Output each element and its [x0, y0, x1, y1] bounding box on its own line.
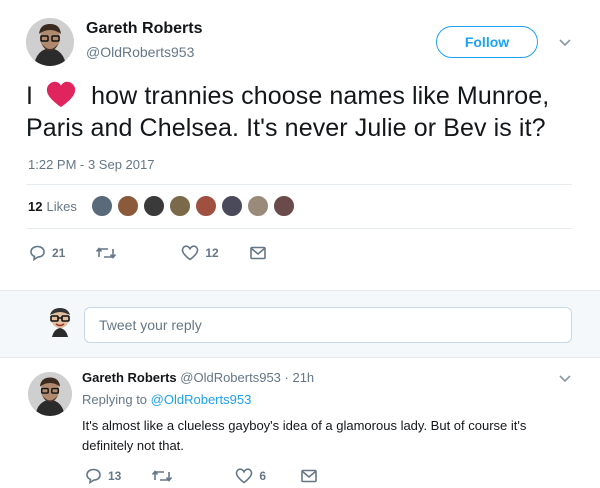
reply-input[interactable]: Tweet your reply [84, 307, 572, 343]
like-button[interactable]: 6 [235, 468, 266, 484]
likes-row: 12 Likes [28, 195, 299, 217]
like-icon [182, 245, 199, 261]
chevron-down-icon[interactable] [558, 374, 572, 384]
author-avatar[interactable] [26, 18, 74, 66]
reply-count: 21 [52, 246, 66, 260]
message-icon [301, 469, 317, 483]
message-button[interactable] [300, 468, 324, 484]
tweet-actions: 21 12 [28, 245, 309, 261]
tweet-timestamp[interactable]: 1:22 PM - 3 Sep 2017 [28, 157, 154, 172]
reply-author-avatar[interactable] [28, 372, 72, 416]
message-icon [249, 246, 266, 260]
reply-time[interactable]: · 21h [285, 370, 315, 385]
like-count: 12 [205, 246, 219, 260]
divider [26, 184, 572, 185]
tweet-text-start: I [26, 82, 34, 110]
reply-icon [30, 245, 45, 261]
main-tweet: Gareth Roberts @OldRoberts953 Follow I h… [0, 0, 600, 290]
reply-header: Gareth Roberts @OldRoberts953 · 21h [82, 370, 314, 385]
replying-to: Replying to @OldRoberts953 [82, 392, 251, 407]
retweet-button[interactable] [151, 468, 179, 484]
chevron-down-icon[interactable] [558, 38, 572, 48]
author-name[interactable]: Gareth Roberts [86, 20, 202, 38]
heart-icon [46, 81, 76, 108]
message-button[interactable] [249, 245, 273, 261]
likes-count[interactable]: 12 [28, 199, 42, 214]
reply-author-name[interactable]: Gareth Roberts [82, 370, 177, 385]
replying-to-label: Replying to [82, 392, 148, 407]
liker-avatars [90, 195, 299, 217]
like-button[interactable]: 12 [181, 245, 219, 261]
liker-avatar[interactable] [142, 195, 165, 217]
liker-avatar[interactable] [246, 195, 269, 217]
liker-avatar[interactable] [220, 195, 243, 217]
like-icon [236, 468, 253, 484]
reply-tweet: Gareth Roberts @OldRoberts953 · 21h Repl… [0, 358, 600, 488]
reply-count: 13 [108, 469, 122, 483]
author-handle[interactable]: @OldRoberts953 [86, 44, 194, 60]
follow-button[interactable]: Follow [436, 26, 538, 58]
like-count: 6 [259, 469, 267, 483]
retweet-button[interactable] [95, 245, 123, 261]
likes-label[interactable]: Likes [46, 199, 76, 214]
tweet-text-body: how trannies choose names like Munroe, P… [26, 82, 550, 142]
liker-avatar[interactable] [194, 195, 217, 217]
reply-author-handle[interactable]: @OldRoberts953 [180, 370, 281, 385]
user-avatar[interactable] [46, 307, 74, 339]
reply-actions: 13 6 [84, 468, 360, 484]
reply-icon [86, 468, 101, 484]
liker-avatar[interactable] [272, 195, 295, 217]
reply-button[interactable]: 21 [28, 245, 65, 261]
liker-avatar[interactable] [168, 195, 191, 217]
reply-button[interactable]: 13 [84, 468, 121, 484]
reply-text: It's almost like a clueless gayboy's ide… [82, 418, 527, 453]
retweet-icon [96, 247, 117, 259]
liker-avatar[interactable] [116, 195, 139, 217]
reply-compose-bar: Tweet your reply [0, 290, 600, 358]
replying-to-handle[interactable]: @OldRoberts953 [151, 392, 252, 407]
retweet-icon [152, 470, 173, 482]
divider [26, 228, 572, 229]
liker-avatar[interactable] [90, 195, 113, 217]
tweet-text: I how trannies choose names like Munroe,… [26, 80, 586, 144]
